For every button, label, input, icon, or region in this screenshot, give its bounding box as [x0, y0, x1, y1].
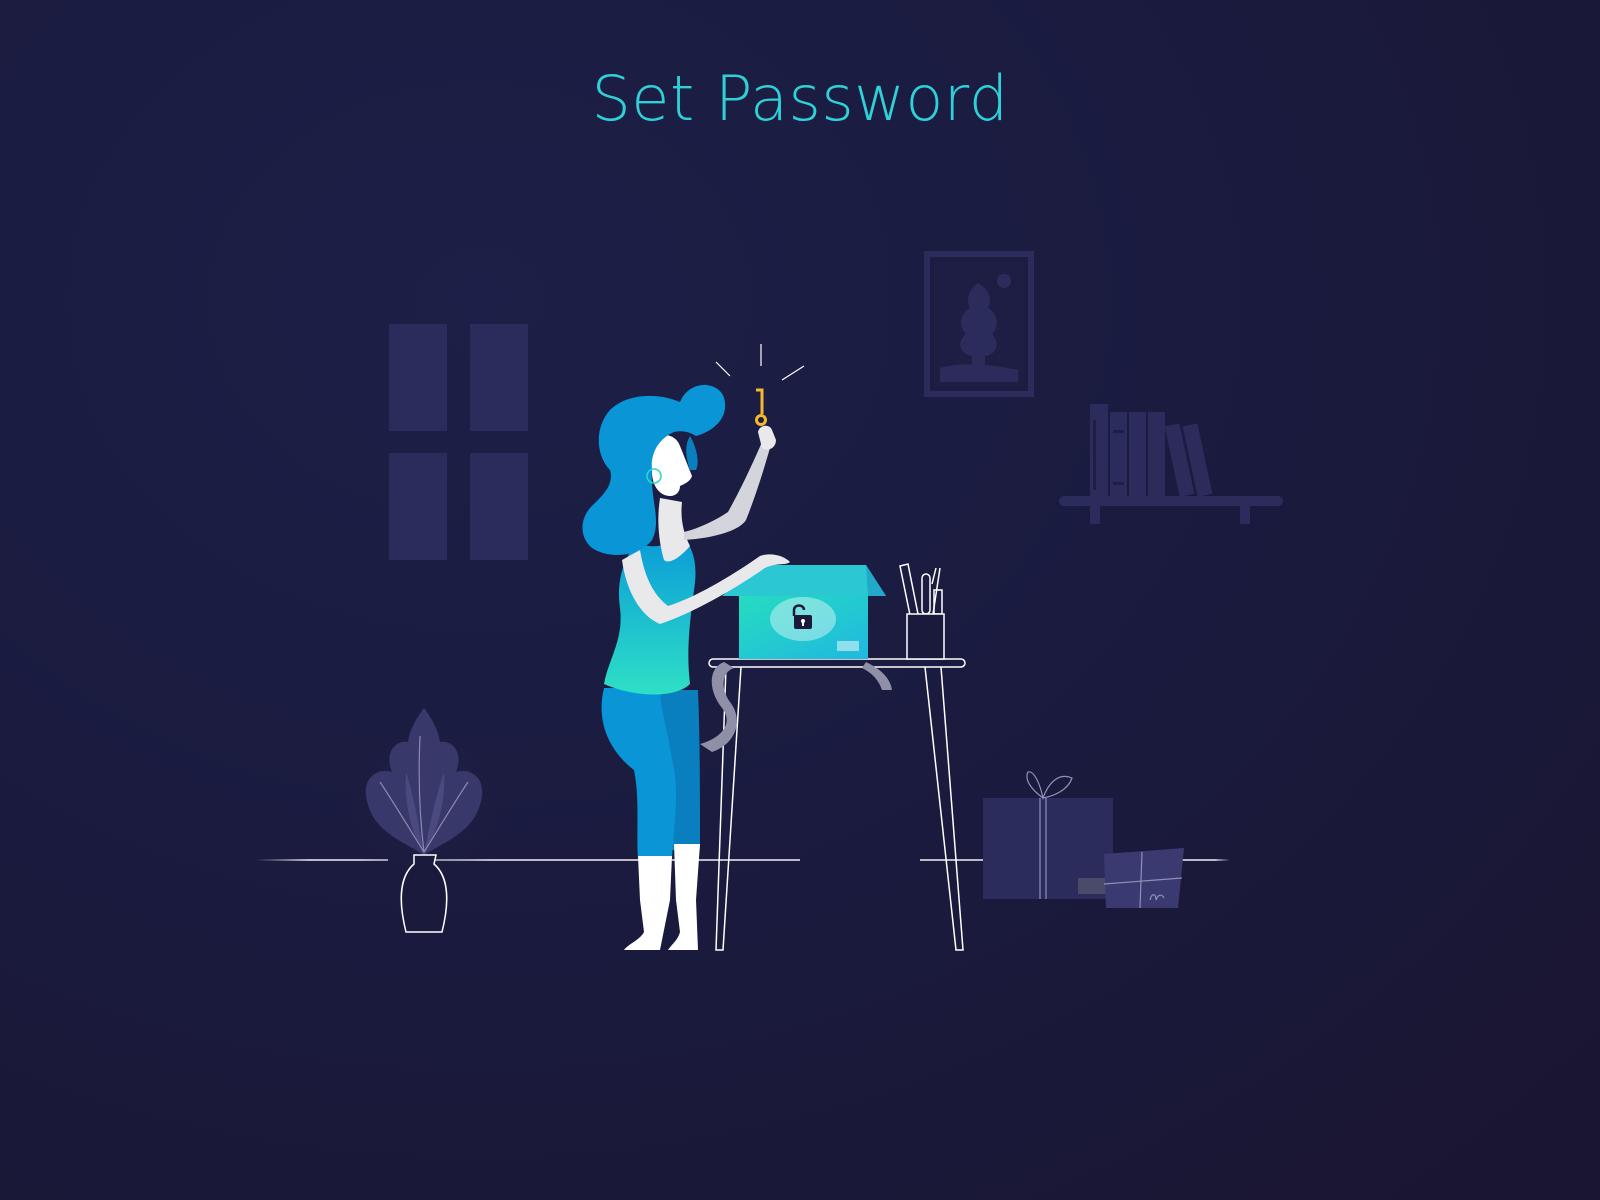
set-password-illustration [256, 251, 1283, 951]
pencil-cup-icon [899, 563, 945, 660]
window-icon [389, 324, 528, 560]
tail-icon [700, 662, 892, 752]
sparkle-lines [715, 344, 805, 381]
key-icon [755, 388, 767, 426]
small-package-icon [1103, 848, 1184, 909]
bookshelf-icon [1059, 404, 1283, 524]
picture-frame-icon [924, 251, 1034, 397]
gift-box-icon [983, 771, 1113, 899]
plant-vase-icon [335, 708, 515, 933]
table-icon [708, 658, 966, 951]
